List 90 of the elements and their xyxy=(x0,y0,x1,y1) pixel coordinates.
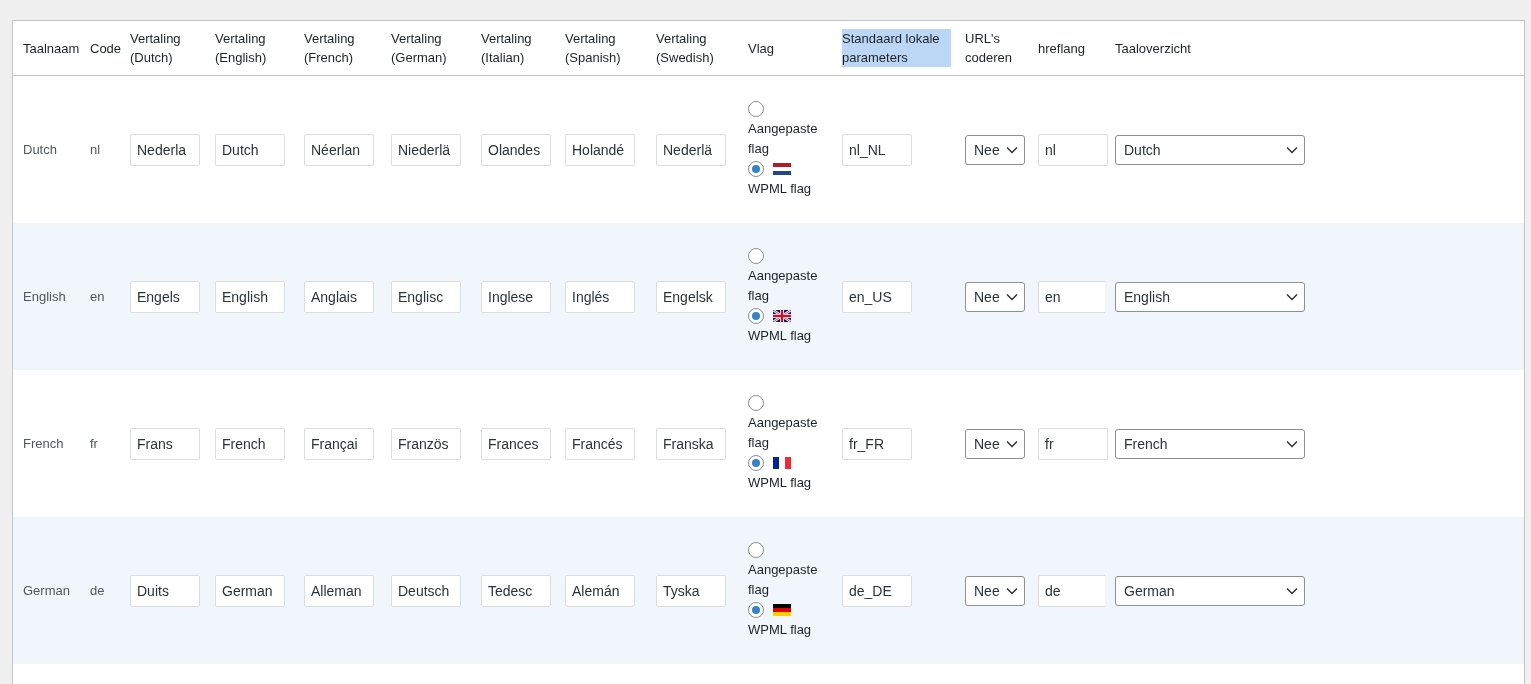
radio-button[interactable] xyxy=(748,454,764,471)
column-header: Vertaling (German) xyxy=(391,30,448,67)
input-field[interactable]: German xyxy=(215,574,285,607)
input-field[interactable]: Frances xyxy=(481,427,551,460)
dropdown[interactable]: Nee xyxy=(965,134,1025,165)
column-header: Taaloverzicht xyxy=(1115,39,1191,58)
radio-label: Aangepaste flag xyxy=(748,560,819,599)
input-field[interactable]: Engelsk xyxy=(656,280,726,313)
radio-button[interactable] xyxy=(748,100,764,117)
column-header: Standaard lokale parameters xyxy=(842,29,951,67)
input-field[interactable]: Alleman xyxy=(304,574,374,607)
input-field[interactable]: Olandes xyxy=(481,133,551,166)
input-field[interactable]: Françai xyxy=(304,427,374,460)
input-field[interactable]: fr_FR xyxy=(842,427,912,460)
chevron-down-icon xyxy=(1006,292,1018,301)
radio-button[interactable] xyxy=(748,160,764,177)
input-field[interactable]: Alemán xyxy=(565,574,635,607)
input-field[interactable]: Franska xyxy=(656,427,726,460)
input-field[interactable]: Frans xyxy=(130,427,200,460)
input-field[interactable]: Engels xyxy=(130,280,200,313)
radio-label: Aangepaste flag xyxy=(748,119,819,158)
language-name: French xyxy=(23,436,64,451)
radio-label: WPML flag xyxy=(748,620,813,639)
dropdown[interactable]: Nee xyxy=(965,575,1025,606)
radio-button[interactable] xyxy=(748,307,764,324)
input-field[interactable]: de xyxy=(1038,574,1108,607)
chevron-down-icon xyxy=(1286,586,1298,595)
input-field[interactable]: nl_NL xyxy=(842,133,912,166)
column-header: Vertaling (English) xyxy=(215,30,268,67)
chevron-down-icon xyxy=(1006,145,1018,154)
input-field[interactable]: en_US xyxy=(842,280,912,313)
input-field[interactable]: Tyska xyxy=(656,574,726,607)
input-field[interactable]: en xyxy=(1038,280,1108,313)
chevron-down-icon xyxy=(1006,439,1018,448)
column-header: Vertaling (Swedish) xyxy=(656,30,715,67)
column-header: Vertaling (French) xyxy=(304,30,356,67)
column-header: Vertaling (Spanish) xyxy=(565,30,622,67)
chevron-down-icon xyxy=(1286,439,1298,448)
input-field[interactable]: Nederlä xyxy=(656,133,726,166)
input-field[interactable]: de_DE xyxy=(842,574,912,607)
column-header: Code xyxy=(90,39,122,58)
input-field[interactable]: Francés xyxy=(565,427,635,460)
radio-label: Aangepaste flag xyxy=(748,413,819,452)
chevron-down-icon xyxy=(1286,292,1298,301)
input-field[interactable]: Französ xyxy=(391,427,461,460)
input-field[interactable]: Niederlä xyxy=(391,133,461,166)
column-header: Vlag xyxy=(748,39,775,58)
column-header: Vertaling (Dutch) xyxy=(130,30,182,67)
radio-button[interactable] xyxy=(748,394,764,411)
language-name: German xyxy=(23,583,70,598)
input-field[interactable]: Inglese xyxy=(481,280,551,313)
column-header: Vertaling (Italian) xyxy=(481,30,533,67)
column-header: URL's coderen xyxy=(965,30,1013,67)
input-field[interactable]: Dutch xyxy=(215,133,285,166)
input-field[interactable]: Nederla xyxy=(130,133,200,166)
chevron-down-icon xyxy=(1286,145,1298,154)
language-name: Dutch xyxy=(23,142,57,157)
input-field[interactable]: fr xyxy=(1038,427,1108,460)
input-field[interactable]: Holandé xyxy=(565,133,635,166)
radio-label: WPML flag xyxy=(748,326,813,345)
input-field[interactable]: Duits xyxy=(130,574,200,607)
radio-button[interactable] xyxy=(748,247,764,264)
input-field[interactable]: Anglais xyxy=(304,280,374,313)
language-name: English xyxy=(23,289,66,304)
language-code: nl xyxy=(90,142,101,157)
input-field[interactable]: Inglés xyxy=(565,280,635,313)
radio-label: Aangepaste flag xyxy=(748,266,819,305)
dropdown[interactable]: Nee xyxy=(965,428,1025,459)
chevron-down-icon xyxy=(1006,586,1018,595)
input-field[interactable]: Tedesc xyxy=(481,574,551,607)
input-field[interactable]: Englisc xyxy=(391,280,461,313)
dropdown[interactable]: Nee xyxy=(965,281,1025,312)
radio-label: WPML flag xyxy=(748,473,813,492)
dropdown[interactable]: English xyxy=(1115,281,1305,312)
input-field[interactable]: French xyxy=(215,427,285,460)
radio-button[interactable] xyxy=(748,601,764,618)
language-code: fr xyxy=(90,436,98,451)
radio-label: WPML flag xyxy=(748,179,813,198)
input-field[interactable]: Deutsch xyxy=(391,574,461,607)
radio-button[interactable] xyxy=(748,541,764,558)
input-field[interactable]: Néerlan xyxy=(304,133,374,166)
dropdown[interactable]: Dutch xyxy=(1115,134,1305,165)
language-code: en xyxy=(90,289,105,304)
language-code: de xyxy=(90,583,105,598)
dropdown[interactable]: French xyxy=(1115,428,1305,459)
column-header: Taalnaam xyxy=(23,39,80,58)
column-header: hreflang xyxy=(1038,39,1085,58)
input-field[interactable]: English xyxy=(215,280,285,313)
dropdown[interactable]: German xyxy=(1115,575,1305,606)
input-field[interactable]: nl xyxy=(1038,133,1108,166)
